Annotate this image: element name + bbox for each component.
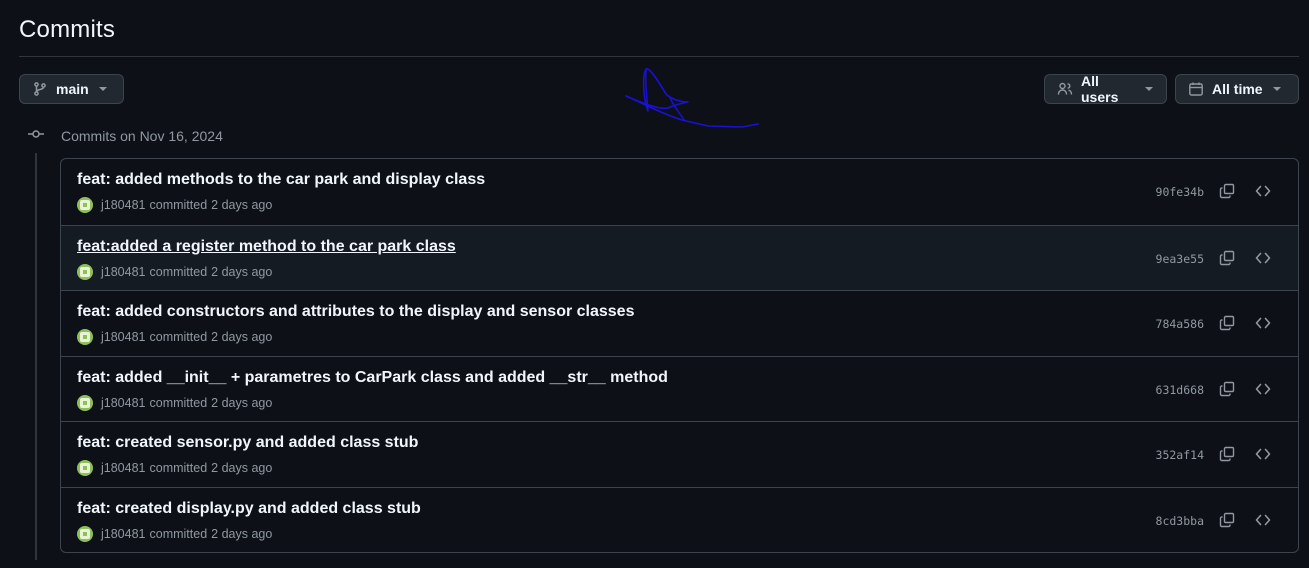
- copy-icon[interactable]: [1218, 182, 1236, 200]
- caret-down-icon: [1272, 86, 1282, 92]
- commit-author[interactable]: j180481: [101, 396, 146, 410]
- commit-time: 2 days ago: [211, 330, 273, 344]
- avatar[interactable]: [77, 263, 93, 280]
- commit-sha-link[interactable]: 631d668: [1156, 383, 1204, 397]
- code-icon[interactable]: [1254, 182, 1272, 200]
- git-branch-icon: [32, 81, 48, 97]
- commit-row: feat: added methods to the car park and …: [61, 159, 1298, 225]
- page-title: Commits: [19, 16, 116, 43]
- copy-icon[interactable]: [1218, 511, 1236, 529]
- copy-icon[interactable]: [1218, 314, 1236, 332]
- commit-sha-link[interactable]: 9ea3e55: [1156, 252, 1204, 266]
- commit-title-link[interactable]: feat: added methods to the car park and …: [77, 171, 485, 189]
- commit-row: feat: added __init__ + parametres to Car…: [61, 355, 1298, 422]
- commit-time: 2 days ago: [211, 395, 273, 410]
- commit-action: committed: [149, 526, 208, 541]
- avatar[interactable]: [77, 329, 93, 345]
- copy-icon[interactable]: [1218, 445, 1236, 463]
- users-filter-button[interactable]: All users: [1044, 73, 1167, 105]
- branch-selector-button[interactable]: main: [19, 74, 124, 104]
- commit-action: committed: [149, 461, 208, 475]
- commit-sha-link[interactable]: 784a586: [1156, 317, 1204, 331]
- commit-title-link[interactable]: feat: added __init__ + parametres to Car…: [77, 369, 668, 387]
- copy-icon[interactable]: [1218, 380, 1236, 398]
- commit-time: 2 days ago: [211, 526, 273, 541]
- timeline-line: [35, 153, 37, 560]
- commit-author[interactable]: j180481: [101, 461, 146, 475]
- time-filter-button[interactable]: All time: [1175, 74, 1299, 104]
- git-commit-icon: [27, 125, 45, 148]
- commit-meta: j180481 committed 2 days ago: [77, 329, 272, 345]
- commit-time: 2 days ago: [211, 461, 273, 475]
- commit-action: committed: [149, 264, 208, 279]
- commit-action: committed: [149, 395, 208, 410]
- commit-row: feat: created sensor.py and added class …: [61, 421, 1298, 487]
- people-icon: [1057, 81, 1073, 97]
- commit-meta: j180481 committed 2 days ago: [77, 197, 272, 213]
- commit-title-link[interactable]: feat: created display.py and added class…: [77, 500, 421, 518]
- code-icon[interactable]: [1254, 511, 1272, 529]
- copy-icon[interactable]: [1218, 249, 1236, 267]
- commit-sha-link[interactable]: 90fe34b: [1156, 185, 1204, 199]
- calendar-icon: [1188, 81, 1204, 97]
- commit-action: committed: [149, 330, 208, 344]
- commit-author[interactable]: j180481: [101, 265, 146, 279]
- commit-title-link[interactable]: feat: added constructors and attributes …: [77, 303, 634, 321]
- commit-meta: j180481 committed 2 days ago: [77, 460, 272, 476]
- commit-title-link[interactable]: feat:added a register method to the car …: [77, 238, 456, 256]
- commit-meta: j180481 committed 2 days ago: [77, 525, 273, 542]
- code-icon[interactable]: [1254, 445, 1272, 463]
- commit-list: feat: added methods to the car park and …: [60, 158, 1299, 553]
- caret-down-icon: [98, 86, 108, 92]
- caret-down-icon: [1144, 86, 1154, 92]
- commit-author[interactable]: j180481: [101, 527, 146, 541]
- commit-title-link[interactable]: feat: created sensor.py and added class …: [77, 434, 418, 452]
- commit-meta: j180481 committed 2 days ago: [77, 263, 273, 280]
- commit-sha-link[interactable]: 8cd3bba: [1156, 514, 1204, 528]
- code-icon[interactable]: [1254, 314, 1272, 332]
- commit-row: feat: added constructors and attributes …: [61, 290, 1298, 356]
- time-filter-label: All time: [1212, 81, 1263, 97]
- avatar[interactable]: [77, 525, 93, 542]
- commit-action: committed: [149, 198, 208, 212]
- code-icon[interactable]: [1254, 380, 1272, 398]
- handwritten-scribble: [625, 68, 759, 128]
- commit-group-header: Commits on Nov 16, 2024: [27, 126, 223, 146]
- commit-meta: j180481 committed 2 days ago: [77, 394, 273, 411]
- commit-author[interactable]: j180481: [101, 198, 146, 212]
- avatar[interactable]: [77, 197, 93, 213]
- commit-sha-link[interactable]: 352af14: [1156, 448, 1204, 462]
- commit-row: feat: created display.py and added class…: [61, 486, 1298, 553]
- users-filter-label: All users: [1081, 73, 1119, 105]
- code-icon[interactable]: [1254, 249, 1272, 267]
- commit-time: 2 days ago: [211, 264, 273, 279]
- commit-author[interactable]: j180481: [101, 330, 146, 344]
- avatar[interactable]: [77, 460, 93, 476]
- branch-name: main: [56, 81, 89, 97]
- commit-group-date: Commits on Nov 16, 2024: [61, 128, 223, 144]
- commit-time: 2 days ago: [211, 198, 273, 212]
- title-divider: [19, 56, 1299, 57]
- avatar[interactable]: [77, 394, 93, 411]
- commit-row: feat:added a register method to the car …: [61, 224, 1298, 290]
